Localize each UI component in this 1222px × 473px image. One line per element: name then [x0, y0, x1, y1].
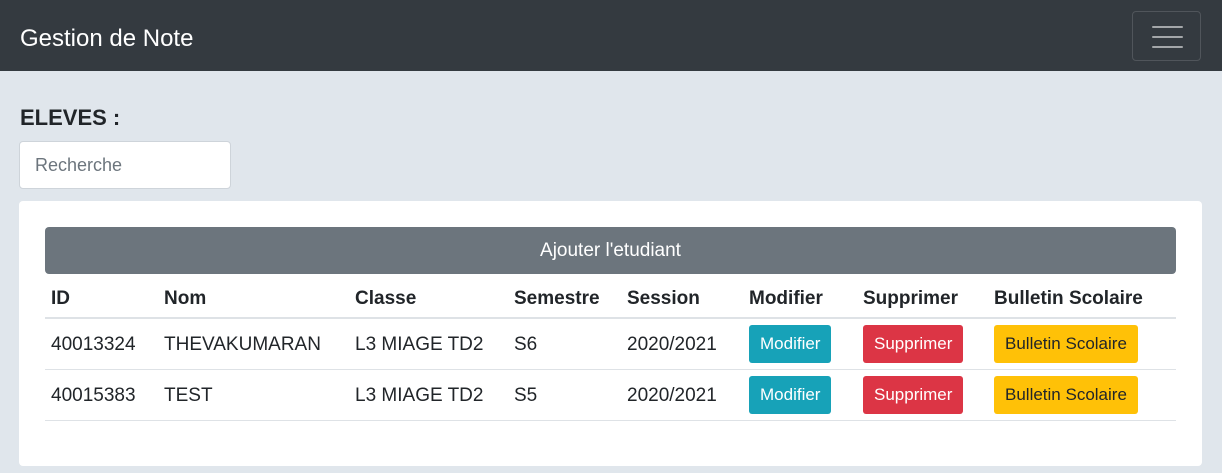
student-classe: L3 MIAGE TD2 [355, 334, 484, 355]
student-id: 40013324 [51, 334, 136, 355]
hamburger-menu-icon-bar [1152, 36, 1183, 38]
student-nom: TEST [164, 385, 213, 406]
column-header-bulletin: Bulletin Scolaire [994, 288, 1143, 309]
bulletin-scolaire-button[interactable]: Bulletin Scolaire [994, 325, 1138, 363]
student-id: 40015383 [51, 385, 136, 406]
column-header-session: Session [627, 288, 700, 309]
column-header-id: ID [51, 288, 70, 309]
navbar-brand[interactable]: Gestion de Note [20, 24, 193, 54]
student-session: 2020/2021 [627, 385, 717, 406]
column-header-nom: Nom [164, 288, 207, 309]
bulletin-scolaire-button[interactable]: Bulletin Scolaire [994, 376, 1138, 414]
supprimer-button[interactable]: Supprimer [863, 325, 964, 363]
navbar: Gestion de Note [0, 0, 1222, 71]
hamburger-menu-icon [1152, 26, 1183, 28]
student-semestre: S6 [514, 334, 538, 355]
student-session: 2020/2021 [627, 334, 717, 355]
column-header-modifier: Modifier [749, 288, 823, 309]
add-student-button[interactable]: Ajouter l'etudiant [45, 227, 1176, 274]
modifier-button[interactable]: Modifier [749, 376, 832, 414]
table-row: 40015383 TEST L3 MIAGE TD2 S5 2020/2021 … [45, 370, 1176, 421]
modifier-button[interactable]: Modifier [749, 325, 832, 363]
navbar-toggler-button[interactable] [1132, 11, 1201, 61]
column-header-supprimer: Supprimer [863, 288, 959, 309]
section-title: ELEVES : [20, 105, 121, 130]
table-header-row: ID Nom Classe Semestre Session Modifier … [45, 276, 1176, 319]
column-header-semestre: Semestre [514, 288, 600, 309]
student-nom: THEVAKUMARAN [164, 334, 321, 355]
student-semestre: S5 [514, 385, 538, 406]
student-classe: L3 MIAGE TD2 [355, 385, 484, 406]
supprimer-button[interactable]: Supprimer [863, 376, 964, 414]
hamburger-menu-icon-bar [1152, 46, 1183, 48]
students-card: Ajouter l'etudiant ID Nom Classe Semestr… [19, 201, 1202, 466]
column-header-classe: Classe [355, 288, 417, 309]
table-row: 40013324 THEVAKUMARAN L3 MIAGE TD2 S6 20… [45, 319, 1176, 370]
search-input[interactable] [19, 141, 231, 189]
students-table: ID Nom Classe Semestre Session Modifier … [45, 276, 1176, 421]
